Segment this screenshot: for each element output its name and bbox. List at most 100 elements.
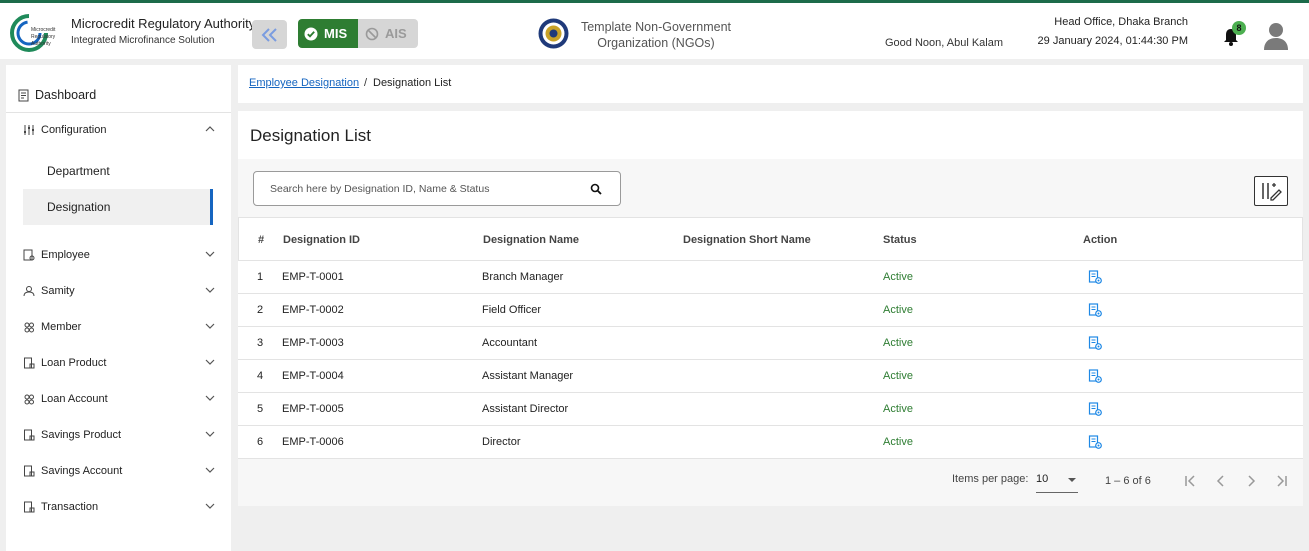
- branch-name: Head Office, Dhaka Branch: [1054, 16, 1188, 28]
- column-header-designation-id[interactable]: Designation ID: [283, 234, 360, 246]
- cell-designation-id: EMP-T-0003: [282, 337, 344, 349]
- cell-designation-id: EMP-T-0001: [282, 271, 344, 283]
- sidebar-item-dashboard[interactable]: Dashboard: [18, 85, 224, 105]
- next-page-button[interactable]: [1241, 471, 1261, 491]
- cell-num: 5: [257, 403, 264, 415]
- sidebar-item-loan-account[interactable]: Loan Account: [23, 389, 219, 409]
- sidebar-item-savings-product[interactable]: Savings Product: [23, 425, 219, 445]
- cell-num: 1: [257, 271, 264, 283]
- block-icon: [365, 27, 379, 40]
- view-details-icon[interactable]: [1088, 270, 1102, 284]
- cell-designation-id: EMP-T-0004: [282, 370, 344, 382]
- view-details-icon[interactable]: [1088, 369, 1102, 383]
- table-row: 4 EMP-T-0004 Assistant Manager Active: [238, 360, 1303, 393]
- sidebar-item-loan-product[interactable]: Loan Product: [23, 353, 219, 373]
- breadcrumb-separator: /: [364, 77, 368, 89]
- column-header-num: #: [258, 234, 265, 246]
- sidebar-subitem-department[interactable]: Department: [23, 153, 213, 189]
- cell-designation-name: Accountant: [482, 337, 538, 349]
- sidebar-item-label: Employee: [41, 249, 90, 261]
- sidebar-item-label: Loan Product: [41, 357, 107, 369]
- sidebar-item-samity[interactable]: Samity: [23, 281, 219, 301]
- view-details-icon[interactable]: [1088, 435, 1102, 449]
- view-details-icon[interactable]: [1088, 336, 1102, 350]
- column-edit-icon: [1262, 183, 1282, 201]
- column-header-designation-name[interactable]: Designation Name: [483, 234, 579, 246]
- employee-icon: [23, 249, 35, 261]
- sidebar-item-configuration[interactable]: Configuration: [23, 120, 219, 140]
- title-bar: Designation List: [238, 111, 1303, 159]
- cell-status: Active: [883, 337, 913, 349]
- sidebar-subitem-designation[interactable]: Designation: [23, 189, 213, 225]
- table-row: 1 EMP-T-0001 Branch Manager Active: [238, 261, 1303, 294]
- current-datetime: 29 January 2024, 01:44:30 PM: [1037, 35, 1188, 47]
- sidebar-item-member[interactable]: Member: [23, 317, 219, 337]
- items-per-page-value: 10: [1036, 473, 1049, 485]
- cell-status: Active: [883, 436, 913, 448]
- brand-title: Microcredit Regulatory Authority: [71, 16, 256, 31]
- organization-name: Template Non-Government Organization (NG…: [575, 19, 737, 51]
- last-page-button[interactable]: [1271, 471, 1291, 491]
- sidebar-item-transaction[interactable]: Transaction: [23, 497, 219, 517]
- document-icon: [24, 465, 35, 477]
- sidebar-item-savings-account[interactable]: Savings Account: [23, 461, 219, 481]
- chevron-down-icon: [205, 431, 215, 437]
- document-icon: [24, 501, 35, 513]
- mis-label: MIS: [324, 26, 348, 41]
- mis-toggle-button[interactable]: MIS: [298, 19, 358, 48]
- sidebar-collapse-button[interactable]: [252, 20, 287, 49]
- first-page-button[interactable]: [1181, 471, 1201, 491]
- column-settings-button[interactable]: [1254, 176, 1288, 206]
- cell-designation-name: Director: [482, 436, 521, 448]
- items-per-page-select[interactable]: 10: [1036, 471, 1078, 493]
- document-icon: [24, 429, 35, 441]
- search-input[interactable]: [270, 180, 570, 198]
- cell-status: Active: [883, 271, 913, 283]
- table-row: 2 EMP-T-0002 Field Officer Active: [238, 294, 1303, 327]
- dropdown-arrow-icon: [1068, 478, 1076, 482]
- members-icon: [24, 322, 34, 333]
- cell-designation-name: Assistant Manager: [482, 370, 574, 382]
- cell-designation-name: Assistant Director: [482, 403, 569, 415]
- cell-designation-name: Branch Manager: [482, 271, 564, 283]
- ais-toggle-button[interactable]: AIS: [358, 19, 418, 48]
- government-seal-icon: [538, 18, 569, 49]
- org-name-line1: Template Non-Government: [580, 20, 732, 34]
- sidebar-divider: [6, 112, 231, 113]
- sidebar-item-employee[interactable]: Employee: [23, 245, 219, 265]
- ais-label: AIS: [385, 26, 407, 41]
- cell-designation-id: EMP-T-0006: [282, 436, 344, 448]
- table-header: # Designation ID Designation Name Design…: [238, 217, 1303, 261]
- org-name-line2: Organization (NGOs): [597, 36, 715, 50]
- paginator: Items per page: 10 1 – 6 of 6: [238, 461, 1303, 501]
- dashboard-icon: [18, 89, 29, 101]
- sidebar-item-label: Dashboard: [35, 88, 97, 102]
- designation-list-card: Designation List # Designation ID Design…: [238, 111, 1303, 506]
- mra-logo: Microcredit Regulatory Authority: [10, 14, 56, 52]
- table-row: 3 EMP-T-0003 Accountant Active: [238, 327, 1303, 360]
- column-header-short-name[interactable]: Designation Short Name: [683, 234, 811, 246]
- cell-status: Active: [883, 403, 913, 415]
- chevron-down-icon: [205, 287, 215, 293]
- search-field[interactable]: [253, 171, 621, 206]
- search-icon[interactable]: [590, 183, 602, 195]
- chevron-down-icon: [205, 323, 215, 329]
- svg-text:Authority: Authority: [31, 41, 51, 47]
- previous-page-button[interactable]: [1211, 471, 1231, 491]
- chevron-down-icon: [205, 359, 215, 365]
- view-details-icon[interactable]: [1088, 303, 1102, 317]
- user-greeting: Good Noon, Abul Kalam: [885, 37, 1004, 49]
- cell-status: Active: [883, 370, 913, 382]
- sidebar-item-label: Configuration: [41, 124, 107, 136]
- table-row: 6 EMP-T-0006 Director Active: [238, 426, 1303, 459]
- page-title: Designation List: [250, 126, 371, 145]
- column-header-action: Action: [1083, 234, 1118, 246]
- view-details-icon[interactable]: [1088, 402, 1102, 416]
- cell-designation-name: Field Officer: [482, 304, 542, 316]
- first-page-icon: [1185, 475, 1195, 487]
- user-avatar-icon[interactable]: [1262, 21, 1290, 51]
- breadcrumb-link-employee-designation[interactable]: Employee Designation: [249, 77, 359, 89]
- cell-designation-id: EMP-T-0005: [282, 403, 344, 415]
- column-header-status[interactable]: Status: [883, 234, 917, 246]
- group-icon: [23, 286, 35, 297]
